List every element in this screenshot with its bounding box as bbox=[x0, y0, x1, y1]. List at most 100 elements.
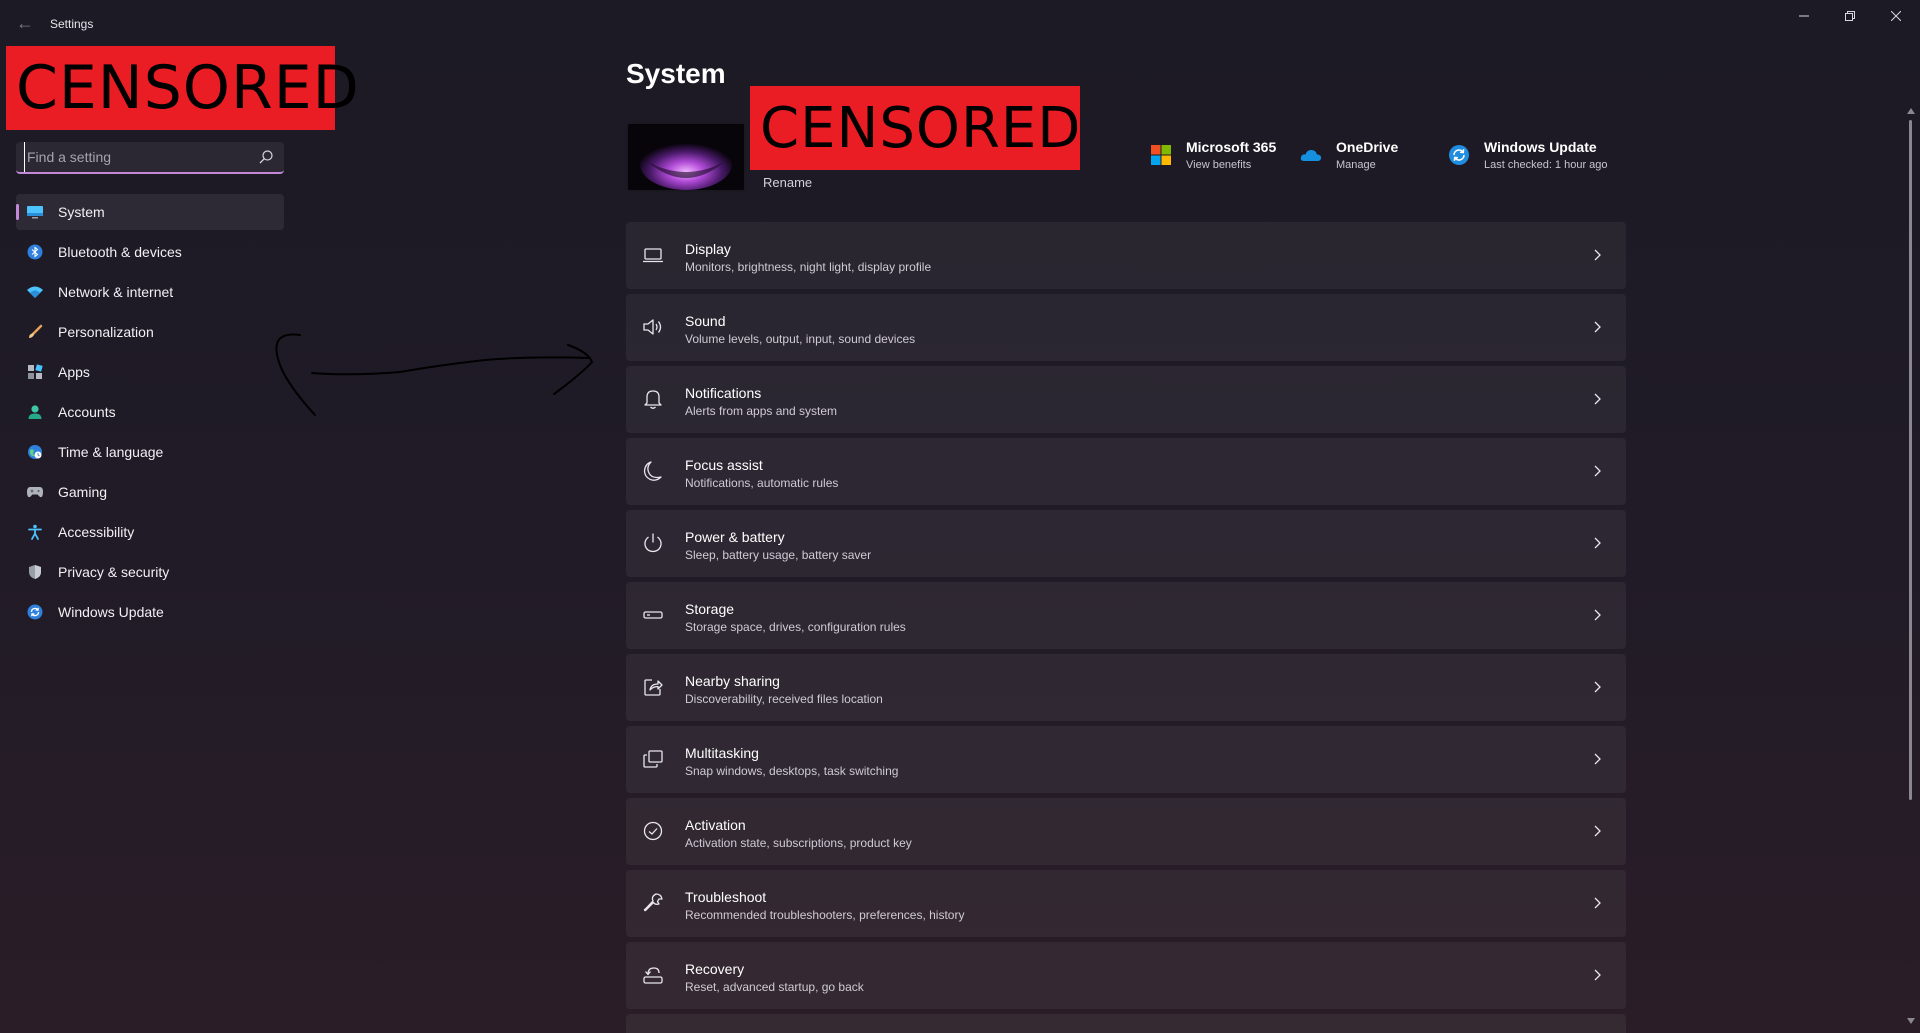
system-icon bbox=[26, 203, 44, 221]
settings-card-display[interactable]: Display Monitors, brightness, night ligh… bbox=[626, 222, 1626, 289]
sidebar-item-apps[interactable]: Apps bbox=[16, 354, 284, 390]
card-title: Sound bbox=[685, 313, 726, 329]
card-title: Nearby sharing bbox=[685, 673, 780, 689]
chevron-right-icon bbox=[1594, 249, 1601, 261]
settings-card-partial[interactable] bbox=[626, 1014, 1626, 1033]
wrench-icon bbox=[643, 893, 663, 912]
rename-link[interactable]: Rename bbox=[763, 175, 812, 190]
apps-icon bbox=[26, 363, 44, 381]
card-subtitle: Reset, advanced startup, go back bbox=[685, 980, 864, 994]
card-title: Focus assist bbox=[685, 457, 763, 473]
card-title: Power & battery bbox=[685, 529, 785, 545]
chevron-right-icon bbox=[1594, 321, 1601, 333]
settings-card-nearby-sharing[interactable]: Nearby sharing Discoverability, received… bbox=[626, 654, 1626, 721]
storage-icon bbox=[643, 611, 663, 619]
bluetooth-icon bbox=[26, 243, 44, 261]
scroll-down-arrow-icon[interactable] bbox=[1907, 1018, 1915, 1024]
sidebar-item-label: Bluetooth & devices bbox=[58, 244, 182, 260]
quick-link-windows-update[interactable]: Windows Update Last checked: 1 hour ago bbox=[1448, 138, 1608, 174]
sidebar-item-label: Privacy & security bbox=[58, 564, 170, 580]
sidebar-item-label: Windows Update bbox=[58, 604, 164, 620]
card-subtitle: Monitors, brightness, night light, displ… bbox=[685, 260, 932, 274]
card-title: Multitasking bbox=[685, 745, 759, 761]
minimize-button[interactable] bbox=[1781, 0, 1827, 32]
power-icon bbox=[644, 533, 662, 553]
settings-card-recovery[interactable]: Recovery Reset, advanced startup, go bac… bbox=[626, 942, 1626, 1009]
quick-link-onedrive[interactable]: OneDrive Manage bbox=[1300, 138, 1398, 174]
chevron-right-icon bbox=[1594, 825, 1601, 837]
settings-card-notifications[interactable]: Notifications Alerts from apps and syste… bbox=[626, 366, 1626, 433]
page-title: System bbox=[626, 58, 726, 89]
quick-link-subtitle: Last checked: 1 hour ago bbox=[1484, 159, 1608, 171]
censor-block-device-name: CENSORED bbox=[750, 86, 1080, 170]
title-bar: ← Settings bbox=[0, 0, 1920, 48]
restore-icon bbox=[1845, 11, 1855, 21]
card-subtitle: Discoverability, received files location bbox=[685, 692, 883, 706]
card-title: Storage bbox=[685, 601, 735, 617]
settings-card-multitasking[interactable]: Multitasking Snap windows, desktops, tas… bbox=[626, 726, 1626, 793]
settings-card-power-battery[interactable]: Power & battery Sleep, battery usage, ba… bbox=[626, 510, 1626, 577]
microsoft-365-icon bbox=[1151, 145, 1171, 165]
card-title: Display bbox=[685, 241, 731, 257]
gamepad-icon bbox=[26, 483, 44, 501]
sidebar-item-time-language[interactable]: Time & language bbox=[16, 434, 284, 470]
moon-icon bbox=[643, 461, 662, 481]
sidebar-item-privacy-security[interactable]: Privacy & security bbox=[16, 554, 284, 590]
settings-card-troubleshoot[interactable]: Troubleshoot Recommended troubleshooters… bbox=[626, 870, 1626, 937]
sidebar-item-windows-update[interactable]: Windows Update bbox=[16, 594, 284, 630]
check-circle-icon bbox=[643, 821, 663, 841]
card-subtitle: Sleep, battery usage, battery saver bbox=[685, 548, 872, 562]
maximize-button[interactable] bbox=[1827, 0, 1873, 32]
close-icon bbox=[1891, 11, 1901, 21]
chevron-right-icon bbox=[1594, 969, 1601, 981]
chevron-right-icon bbox=[1594, 753, 1601, 765]
chevron-right-icon bbox=[1594, 897, 1601, 909]
card-subtitle: Alerts from apps and system bbox=[685, 404, 838, 418]
sidebar-item-label: Accounts bbox=[58, 404, 116, 420]
app-title: Settings bbox=[50, 17, 94, 31]
card-title: Troubleshoot bbox=[685, 889, 767, 905]
chevron-right-icon bbox=[1594, 537, 1601, 549]
card-subtitle: Storage space, drives, configuration rul… bbox=[685, 620, 906, 634]
close-button[interactable] bbox=[1873, 0, 1919, 32]
sidebar-item-accounts[interactable]: Accounts bbox=[16, 394, 284, 430]
quick-link-title: Windows Update bbox=[1484, 139, 1597, 155]
share-icon bbox=[644, 679, 663, 696]
accessibility-icon bbox=[26, 523, 44, 541]
back-arrow-icon[interactable]: ← bbox=[14, 12, 36, 34]
sidebar-item-label: Network & internet bbox=[58, 284, 174, 300]
sidebar-item-network[interactable]: Network & internet bbox=[16, 274, 284, 310]
minimize-icon bbox=[1799, 15, 1809, 17]
windows-update-icon bbox=[1449, 145, 1469, 165]
sidebar-item-label: Accessibility bbox=[58, 524, 135, 540]
sidebar-nav: System Bluetooth & devices Network & int… bbox=[16, 194, 284, 634]
settings-list: Display Monitors, brightness, night ligh… bbox=[626, 222, 1626, 1033]
settings-card-storage[interactable]: Storage Storage space, drives, configura… bbox=[626, 582, 1626, 649]
sidebar-item-personalization[interactable]: Personalization bbox=[16, 314, 284, 350]
sidebar-item-accessibility[interactable]: Accessibility bbox=[16, 514, 284, 550]
quick-link-subtitle: Manage bbox=[1336, 159, 1376, 171]
card-subtitle: Recommended troubleshooters, preferences… bbox=[685, 908, 965, 922]
scroll-thumb[interactable] bbox=[1909, 120, 1912, 800]
sidebar-item-bluetooth[interactable]: Bluetooth & devices bbox=[16, 234, 284, 270]
settings-card-sound[interactable]: Sound Volume levels, output, input, soun… bbox=[626, 294, 1626, 361]
card-title: Activation bbox=[685, 817, 746, 833]
settings-card-focus-assist[interactable]: Focus assist Notifications, automatic ru… bbox=[626, 438, 1626, 505]
sidebar-item-gaming[interactable]: Gaming bbox=[16, 474, 284, 510]
sidebar-item-label: System bbox=[58, 204, 105, 220]
card-title: Notifications bbox=[685, 385, 762, 401]
onedrive-icon bbox=[1300, 149, 1322, 161]
search-icon[interactable] bbox=[258, 149, 274, 165]
sidebar-item-system[interactable]: System bbox=[16, 194, 284, 230]
search-input[interactable] bbox=[24, 142, 246, 172]
shield-icon bbox=[26, 563, 44, 581]
scroll-up-arrow-icon[interactable] bbox=[1907, 108, 1915, 114]
card-subtitle: Volume levels, output, input, sound devi… bbox=[685, 332, 916, 346]
quick-link-microsoft-365[interactable]: Microsoft 365 View benefits bbox=[1150, 138, 1276, 174]
settings-card-activation[interactable]: Activation Activation state, subscriptio… bbox=[626, 798, 1626, 865]
device-wallpaper-thumbnail bbox=[626, 122, 746, 192]
update-icon bbox=[26, 603, 44, 621]
scrollbar[interactable] bbox=[1906, 108, 1916, 1033]
multitasking-icon bbox=[643, 750, 663, 768]
account-icon bbox=[26, 403, 44, 421]
